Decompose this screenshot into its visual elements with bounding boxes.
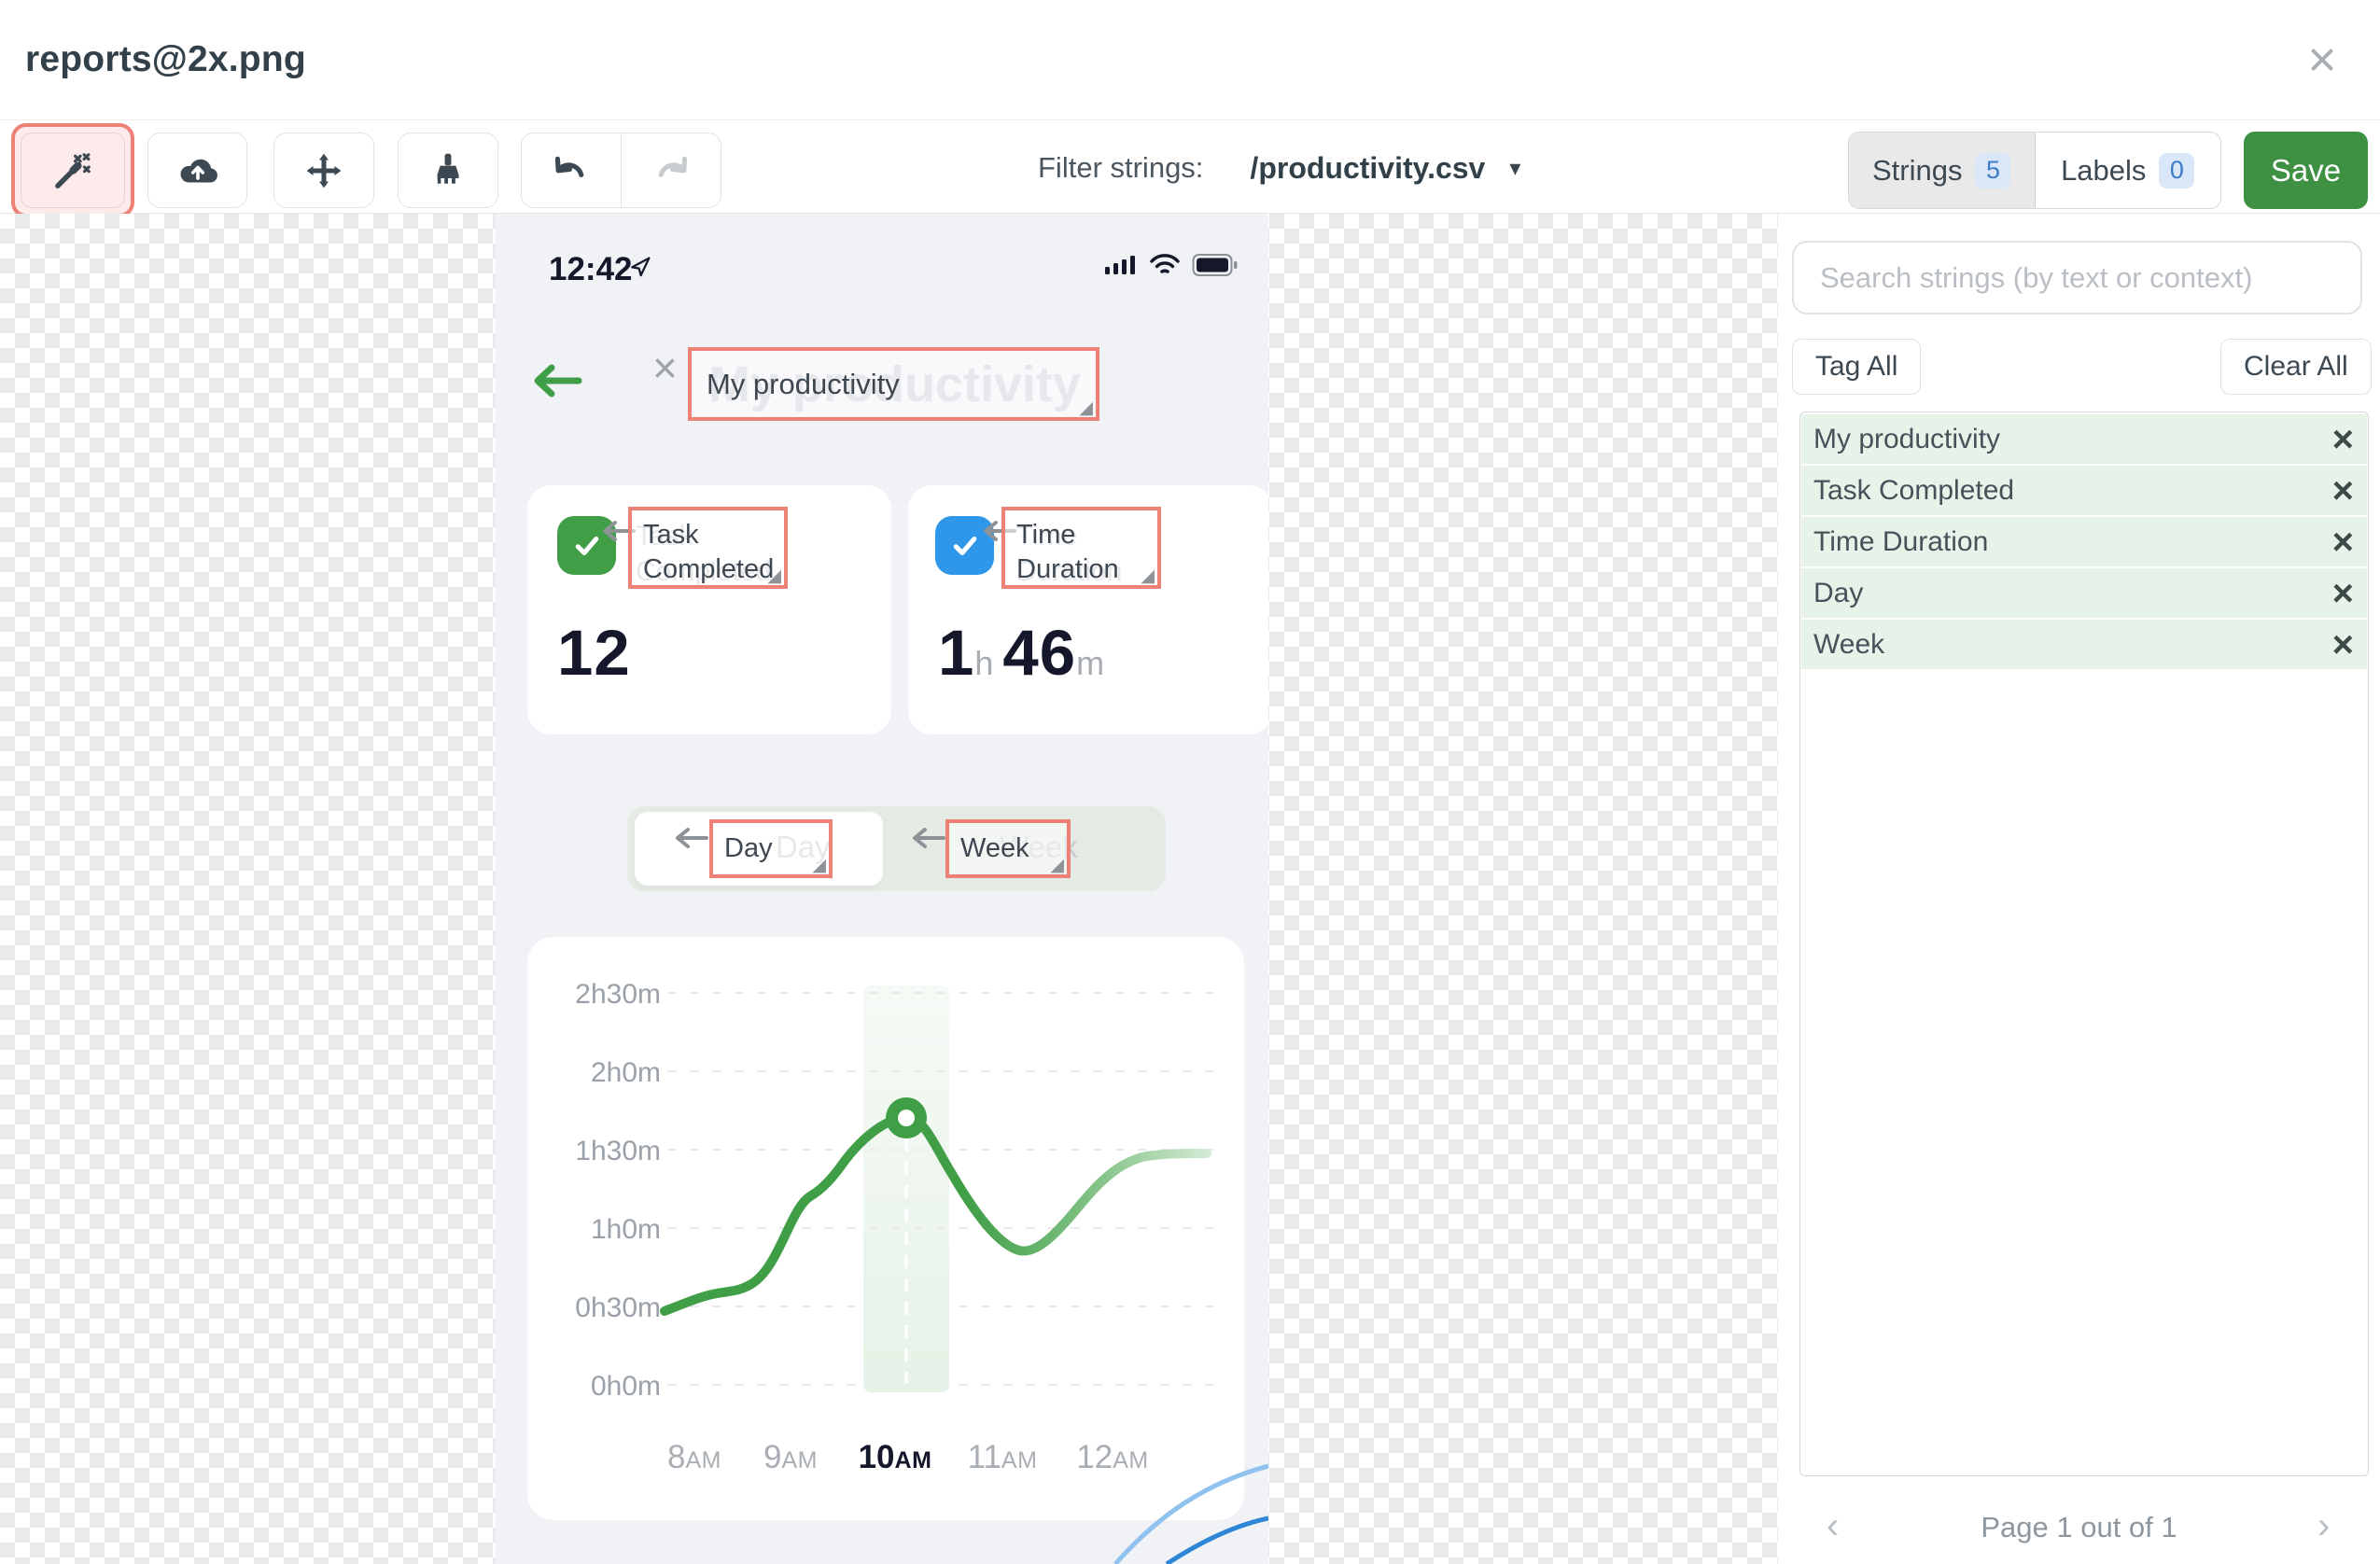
string-row[interactable]: Week × bbox=[1801, 620, 2367, 669]
productivity-line bbox=[660, 1112, 1211, 1316]
tag-task-line1: Task bbox=[643, 520, 699, 550]
productivity-line-chart bbox=[660, 992, 1213, 1386]
upload-button[interactable] bbox=[147, 133, 247, 208]
remove-string-icon[interactable]: × bbox=[2332, 472, 2354, 510]
remove-string-icon[interactable]: × bbox=[2332, 421, 2354, 458]
status-bar-time: 12:42 bbox=[549, 251, 633, 287]
peak-marker-hole bbox=[898, 1110, 915, 1126]
tag-box-day[interactable]: Day ◢ bbox=[709, 819, 833, 878]
filter-file-select[interactable]: /productivity.csv bbox=[1250, 151, 1485, 186]
undo-button[interactable] bbox=[522, 133, 621, 207]
string-row[interactable]: Time Duration × bbox=[1801, 517, 2367, 566]
filter-strings-label: Filter strings: bbox=[1038, 151, 1204, 184]
move-tool-button[interactable] bbox=[273, 133, 374, 208]
search-strings-input[interactable] bbox=[1792, 241, 2362, 314]
resize-grip-icon[interactable]: ◢ bbox=[1079, 399, 1093, 417]
redo-icon bbox=[658, 156, 688, 177]
brush-icon bbox=[437, 153, 459, 184]
resize-grip-icon[interactable]: ◢ bbox=[1141, 567, 1155, 585]
string-text: Day bbox=[1813, 577, 1864, 608]
tab-strings[interactable]: Strings 5 bbox=[1849, 133, 2036, 208]
location-arrow-icon bbox=[631, 257, 651, 277]
productivity-chart-card: 2h30m 2h0m 1h30m 1h0m 0h30m 0h0m 8AM 9AM… bbox=[527, 937, 1244, 1520]
string-text: Time Duration bbox=[1813, 525, 1989, 557]
hours-value: 1 bbox=[938, 617, 975, 689]
string-text: Task Completed bbox=[1813, 474, 2015, 506]
filter-strings-control: Filter strings: /productivity.csv ▾ bbox=[1038, 149, 1520, 187]
card-time-duration: Time Duration Time Duration ◢ 1h46m bbox=[908, 485, 1268, 734]
hours-unit: h bbox=[974, 644, 994, 682]
string-row[interactable]: Day × bbox=[1801, 568, 2367, 618]
tag-task-line2: Completed bbox=[643, 554, 775, 584]
battery-icon bbox=[1192, 254, 1238, 276]
tag-box-title[interactable]: My productivity ◢ bbox=[688, 347, 1099, 421]
canvas-area: 12:42 × My productivity ◢ Task Completed… bbox=[0, 214, 1778, 1564]
resize-grip-icon[interactable]: ◢ bbox=[812, 857, 826, 874]
phone-close-icon: × bbox=[652, 343, 678, 392]
undo-icon bbox=[554, 156, 584, 177]
magic-wand-tool-button[interactable] bbox=[11, 123, 134, 217]
status-bar-icons bbox=[1104, 253, 1239, 277]
back-arrow-icon[interactable] bbox=[531, 361, 583, 400]
x-axis-tick-10am: 10AM bbox=[858, 1439, 932, 1475]
page-next-icon[interactable]: › bbox=[2317, 1507, 2330, 1544]
minutes-unit: m bbox=[1076, 644, 1105, 682]
pagination: ‹ Page 1 out of 1 › bbox=[1778, 1501, 2380, 1557]
tasks-completed-value: 12 bbox=[557, 617, 631, 689]
tag-day-text: Day bbox=[724, 833, 773, 863]
remove-string-icon[interactable]: × bbox=[2332, 524, 2354, 561]
minutes-value: 46 bbox=[1002, 617, 1077, 689]
strings-sidebar: Tag All Clear All My productivity × Task… bbox=[1778, 214, 2380, 1564]
close-dialog-button[interactable]: × bbox=[2296, 34, 2348, 86]
tab-strings-label: Strings bbox=[1872, 153, 1963, 187]
brush-tool-button[interactable] bbox=[398, 133, 498, 208]
string-row[interactable]: Task Completed × bbox=[1801, 466, 2367, 515]
tag-arrow-icon bbox=[676, 828, 708, 848]
chevron-down-icon[interactable]: ▾ bbox=[1509, 155, 1520, 182]
phone-screenshot: 12:42 × My productivity ◢ Task Completed… bbox=[496, 214, 1268, 1564]
magic-wand-icon bbox=[21, 133, 125, 208]
document-title: reports@2x.png bbox=[25, 39, 306, 79]
tag-arrow-icon bbox=[913, 828, 945, 848]
card-task-completed: Task Completed Task Completed ◢ 12 bbox=[527, 485, 891, 734]
cloud-upload-icon bbox=[179, 159, 217, 183]
string-text: Week bbox=[1813, 628, 1885, 660]
resize-grip-icon[interactable]: ◢ bbox=[1050, 857, 1064, 874]
page-indicator: Page 1 out of 1 bbox=[1981, 1511, 2177, 1543]
resize-grip-icon[interactable]: ◢ bbox=[767, 567, 781, 585]
x-axis-tick-8am: 8AM bbox=[667, 1439, 721, 1475]
save-button[interactable]: Save bbox=[2244, 132, 2368, 209]
tab-labels[interactable]: Labels 0 bbox=[2036, 133, 2221, 208]
wifi-icon bbox=[1150, 254, 1180, 273]
x-axis-tick-11am: 11AM bbox=[967, 1439, 1038, 1475]
tab-labels-label: Labels bbox=[2061, 153, 2147, 187]
tag-box-week[interactable]: Week ◢ bbox=[945, 819, 1071, 878]
move-icon bbox=[306, 153, 342, 188]
tag-time-line2: Duration bbox=[1016, 554, 1119, 584]
strings-list-panel: My productivity × Task Completed × Time … bbox=[1799, 412, 2369, 1476]
strings-labels-tabs: Strings 5 Labels 0 bbox=[1848, 132, 2221, 209]
remove-string-icon[interactable]: × bbox=[2332, 575, 2354, 612]
title-bar: reports@2x.png bbox=[0, 0, 2380, 120]
app-window: reports@2x.png × Filter strings: /produc… bbox=[0, 0, 2380, 1564]
tag-box-time-duration[interactable]: Time Duration ◢ bbox=[1001, 507, 1161, 589]
redo-button[interactable] bbox=[621, 133, 721, 207]
clear-all-button[interactable]: Clear All bbox=[2220, 339, 2372, 395]
tag-box-task-completed[interactable]: Task Completed ◢ bbox=[628, 507, 788, 589]
x-axis-tick-12am: 12AM bbox=[1076, 1439, 1149, 1475]
string-text: My productivity bbox=[1813, 423, 2001, 454]
labels-count-badge: 0 bbox=[2159, 152, 2195, 189]
cellular-signal-icon bbox=[1105, 256, 1135, 274]
time-duration-value: 1h 46m bbox=[938, 616, 1104, 690]
tag-all-button[interactable]: Tag All bbox=[1792, 339, 1922, 395]
string-row[interactable]: My productivity × bbox=[1801, 414, 2367, 464]
undo-redo-group bbox=[521, 133, 721, 208]
tag-title-text: My productivity bbox=[707, 368, 900, 400]
tag-time-line1: Time bbox=[1016, 520, 1076, 550]
x-axis-tick-9am: 9AM bbox=[763, 1439, 818, 1475]
strings-count-badge: 5 bbox=[1975, 152, 2011, 189]
remove-string-icon[interactable]: × bbox=[2332, 626, 2354, 663]
tag-week-text: Week bbox=[960, 833, 1029, 863]
